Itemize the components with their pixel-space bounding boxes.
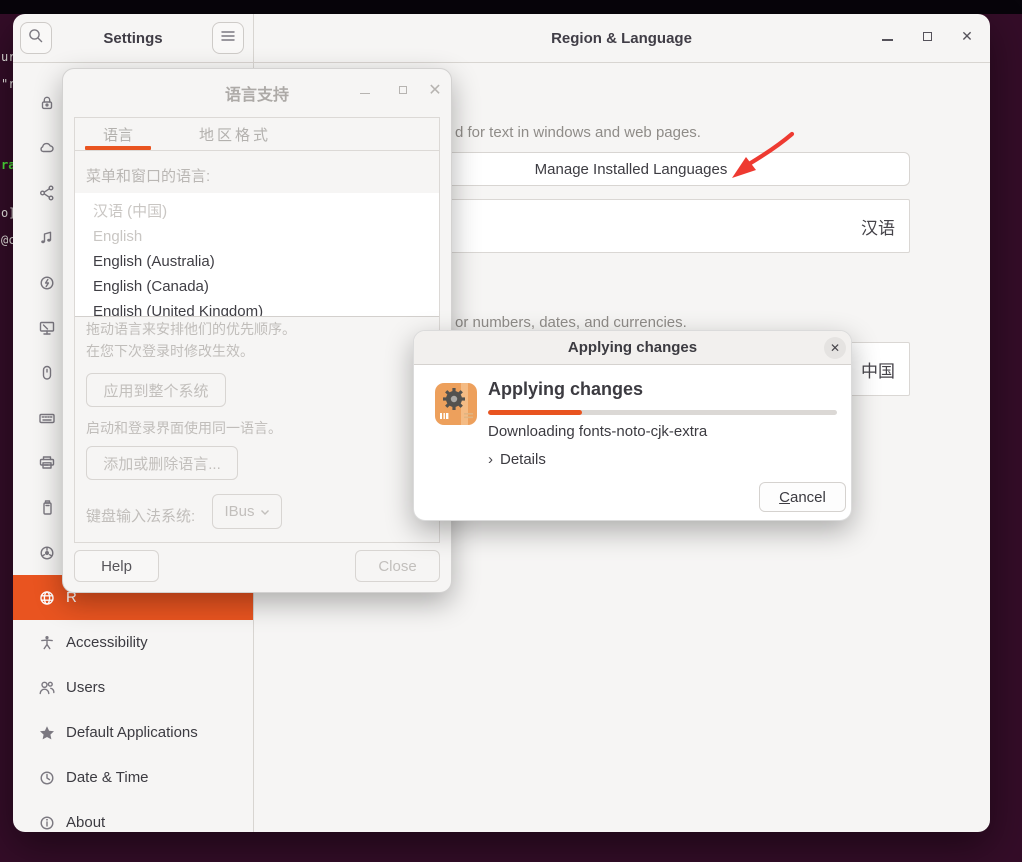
sidebar-item-about[interactable]: About xyxy=(13,800,253,832)
minimize-button[interactable] xyxy=(355,80,375,100)
apply-system-wide-button[interactable]: 应用到整个系统 xyxy=(86,373,226,407)
sidebar-item-users[interactable]: Users xyxy=(13,665,253,710)
users-icon xyxy=(38,679,56,697)
list-item[interactable]: 汉语 (中国) xyxy=(75,199,439,224)
close-icon: ✕ xyxy=(428,80,441,100)
dialog-heading: Applying changes xyxy=(488,379,643,400)
sidebar-item-default-applications[interactable]: Default Applications xyxy=(13,710,253,755)
dialog-title: Applying changes xyxy=(414,331,851,364)
removable-device-icon xyxy=(38,499,56,517)
share-icon xyxy=(38,184,56,202)
details-label: Details xyxy=(500,451,546,468)
login-hint: 在您下次登录时修改生效。 xyxy=(86,341,254,361)
sidebar-item-accessibility[interactable]: Accessibility xyxy=(13,620,253,665)
progress-status: Downloading fonts-noto-cjk-extra xyxy=(488,423,707,440)
language-priority-list[interactable]: 汉语 (中国) English English (Australia) Engl… xyxy=(75,193,439,317)
info-icon xyxy=(38,814,56,832)
maximize-button[interactable] xyxy=(393,80,413,100)
cancel-button[interactable]: Cancel xyxy=(759,482,846,512)
close-button[interactable]: ✕ xyxy=(824,337,846,359)
language-support-dialog: 语言支持 ✕ 语言 地区格式 菜单和窗口的语言: 汉语 (中国) English… xyxy=(62,68,452,593)
tabbar-border xyxy=(74,150,440,151)
desktop: ur "r ra o] @c Settings Region & Languag… xyxy=(0,0,1022,862)
clock-icon xyxy=(38,769,56,787)
annotation-arrow xyxy=(715,120,805,185)
formats-description: or numbers, dates, and currencies. xyxy=(455,314,687,331)
chevron-down-icon xyxy=(260,503,270,520)
hamburger-icon xyxy=(220,29,236,48)
list-item[interactable]: English (United Kingdom) xyxy=(75,299,439,317)
accessibility-icon xyxy=(38,634,56,652)
minimize-icon xyxy=(360,93,370,95)
formats-value: 中国 xyxy=(861,357,909,382)
add-remove-languages-button[interactable]: 添加或删除语言... xyxy=(86,446,238,480)
display-icon xyxy=(38,319,56,337)
help-button[interactable]: Help xyxy=(74,550,159,582)
top-bar xyxy=(0,0,1022,14)
minimize-icon xyxy=(882,39,893,41)
maximize-icon xyxy=(399,86,407,94)
close-button[interactable]: ✕ xyxy=(425,80,445,100)
header-border xyxy=(13,62,990,63)
tab-language[interactable]: 语言 xyxy=(86,125,150,147)
ime-dropdown[interactable]: IBus xyxy=(212,494,282,529)
menu-button[interactable] xyxy=(212,22,244,54)
progress-bar xyxy=(488,410,837,415)
cloud-icon xyxy=(38,139,56,157)
details-expander[interactable]: › Details xyxy=(488,451,546,468)
drag-hint: 拖动语言来安排他们的优先顺序。 xyxy=(86,319,296,339)
mouse-icon xyxy=(38,364,56,382)
applying-changes-dialog: Applying changes ✕ xyxy=(413,330,852,521)
language-value: 汉语 xyxy=(861,214,909,239)
globe-icon xyxy=(38,589,56,607)
close-icon: ✕ xyxy=(830,341,840,355)
minimize-button[interactable] xyxy=(875,24,899,48)
maximize-button[interactable] xyxy=(915,24,939,48)
dialog-close-button[interactable]: Close xyxy=(355,550,440,582)
menu-language-label: 菜单和窗口的语言: xyxy=(86,165,210,186)
keyboard-icon xyxy=(38,409,56,427)
printer-icon xyxy=(38,454,56,472)
software-updater-icon xyxy=(434,382,478,426)
apply-note: 启动和登录界面使用同一语言。 xyxy=(86,418,282,438)
star-icon xyxy=(38,724,56,742)
close-icon: ✕ xyxy=(961,29,973,43)
lock-icon xyxy=(38,94,56,112)
list-item[interactable]: English xyxy=(75,224,439,249)
tab-regional-formats[interactable]: 地区格式 xyxy=(171,125,299,147)
color-icon xyxy=(38,544,56,562)
chevron-right-icon: › xyxy=(488,451,493,468)
close-button[interactable]: ✕ xyxy=(955,24,979,48)
power-icon xyxy=(38,274,56,292)
progress-fill xyxy=(488,410,582,415)
list-item[interactable]: English (Canada) xyxy=(75,274,439,299)
ime-label: 键盘输入法系统: xyxy=(86,505,195,526)
sidebar-item-date-time[interactable]: Date & Time xyxy=(13,755,253,800)
music-note-icon xyxy=(38,229,56,247)
ime-value: IBus xyxy=(224,503,254,520)
list-item[interactable]: English (Australia) xyxy=(75,249,439,274)
language-description: d for text in windows and web pages. xyxy=(455,124,701,141)
maximize-icon xyxy=(923,32,932,41)
